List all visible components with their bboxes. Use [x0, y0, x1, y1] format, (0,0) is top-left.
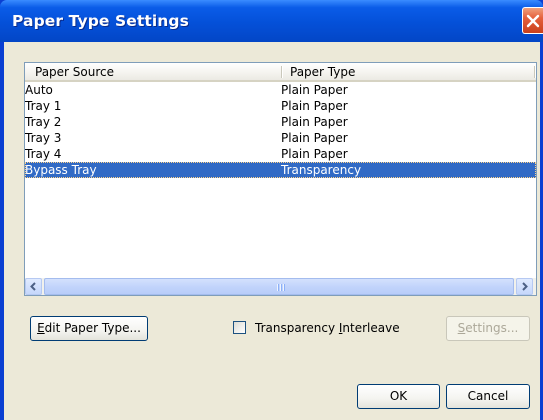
column-separator[interactable] — [281, 66, 282, 78]
list-row[interactable]: Tray 1 Plain Paper — [25, 98, 536, 114]
button-label: OK — [389, 389, 408, 403]
close-button[interactable] — [522, 7, 543, 34]
list-row[interactable]: Tray 2 Plain Paper — [25, 114, 536, 130]
paper-source-list[interactable]: Paper Source Paper Type Auto Plain Paper… — [24, 62, 537, 296]
title-bar[interactable]: Paper Type Settings — [0, 0, 543, 42]
label-text: Transparency — [255, 321, 339, 335]
edit-paper-type-button[interactable]: Edit Paper Type... — [30, 316, 148, 341]
transparency-interleave-checkbox[interactable] — [233, 321, 246, 334]
list-header: Paper Source Paper Type — [25, 63, 536, 82]
scroll-thumb[interactable] — [44, 278, 514, 295]
dialog-body: Paper Source Paper Type Auto Plain Paper… — [4, 42, 540, 420]
list-row[interactable]: Tray 4 Plain Paper — [25, 146, 536, 162]
close-icon — [526, 14, 540, 28]
button-label: Cancel — [467, 389, 509, 403]
transparency-interleave-label[interactable]: Transparency Interleave — [255, 320, 400, 336]
arrow-left-icon — [30, 282, 36, 291]
list-row[interactable]: Tray 3 Plain Paper — [25, 130, 536, 146]
list-row-selected[interactable]: Bypass Tray Transparency — [25, 162, 536, 178]
cell-paper-type: Plain Paper — [281, 115, 348, 129]
arrow-right-icon — [522, 282, 528, 291]
cell-paper-type: Plain Paper — [281, 147, 348, 161]
cell-paper-type: Plain Paper — [281, 99, 348, 113]
cell-paper-source: Tray 2 — [25, 115, 62, 129]
cell-paper-source: Bypass Tray — [25, 163, 97, 177]
scroll-right-button[interactable] — [516, 278, 533, 295]
column-header-paper-type[interactable]: Paper Type — [290, 63, 355, 80]
cell-paper-source: Tray 4 — [25, 147, 62, 161]
dialog-title: Paper Type Settings — [12, 12, 189, 30]
list-rows: Auto Plain Paper Tray 1 Plain Paper Tray… — [25, 82, 536, 178]
cell-paper-source: Tray 3 — [25, 131, 62, 145]
accelerator-letter: E — [37, 321, 45, 335]
cell-paper-source: Auto — [25, 83, 53, 97]
ok-button[interactable]: OK — [357, 384, 440, 409]
cell-paper-type: Plain Paper — [281, 83, 348, 97]
horizontal-scrollbar[interactable] — [25, 278, 536, 295]
button-label: dit Paper Type... — [44, 321, 141, 335]
label-text: nterleave — [342, 321, 400, 335]
cell-paper-type: Transparency — [281, 163, 362, 177]
scrollbar-grip-icon — [277, 284, 285, 291]
settings-button[interactable]: Settings... — [446, 316, 530, 341]
button-label: ettings... — [465, 321, 519, 335]
scroll-left-button[interactable] — [25, 278, 42, 295]
dialog-window: Paper Type Settings Paper Source Paper T… — [0, 0, 543, 420]
cancel-button[interactable]: Cancel — [446, 384, 530, 409]
column-separator — [534, 66, 535, 78]
cell-paper-source: Tray 1 — [25, 99, 62, 113]
list-row[interactable]: Auto Plain Paper — [25, 82, 536, 98]
cell-paper-type: Plain Paper — [281, 131, 348, 145]
column-header-paper-source[interactable]: Paper Source — [35, 63, 114, 80]
